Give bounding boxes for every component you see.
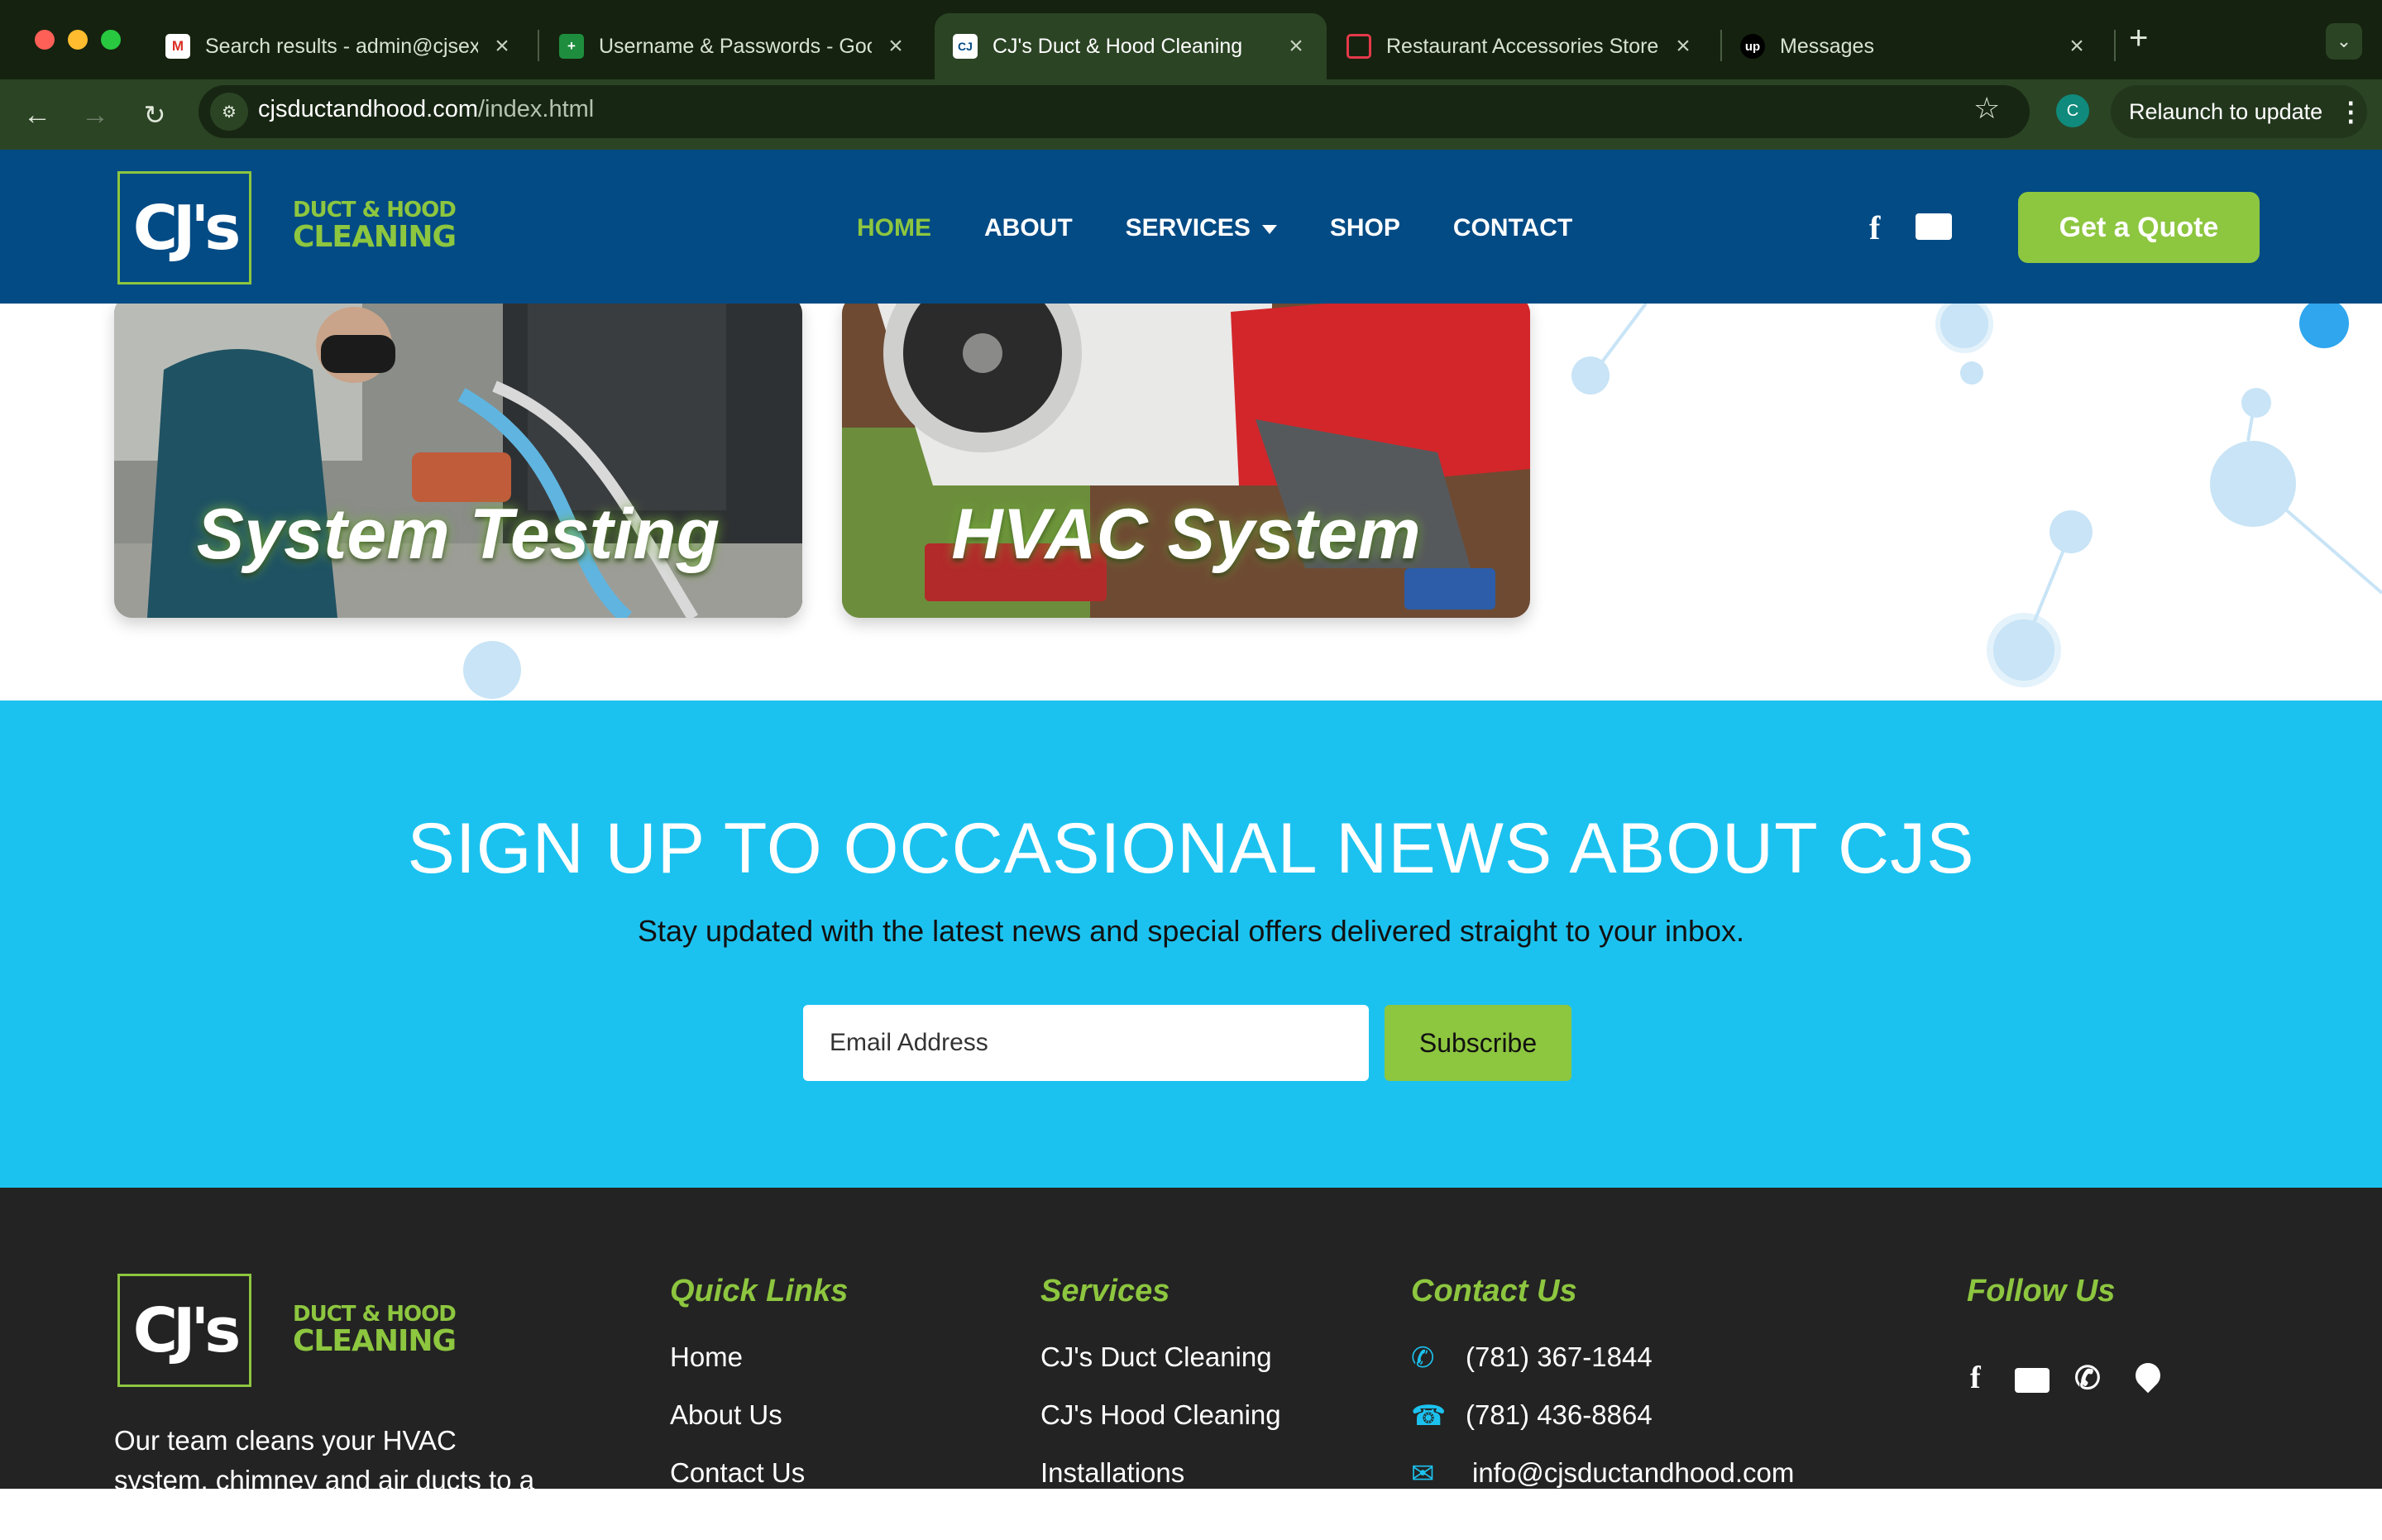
logo-line2: CLEANING <box>293 1324 457 1358</box>
bookmark-star-icon[interactable]: ☆ <box>1973 91 2000 126</box>
footer-location-icon[interactable] <box>2130 1357 2166 1394</box>
get-quote-button[interactable]: Get a Quote <box>2018 192 2260 263</box>
newsletter-section: SIGN UP TO OCCASIONAL NEWS ABOUT CJS Sta… <box>0 701 2382 1188</box>
card-caption: System Testing <box>196 495 720 574</box>
newsletter-subtitle: Stay updated with the latest news and sp… <box>637 914 1745 948</box>
browser-chrome: M Search results - admin@cjsex × + Usern… <box>0 0 2382 150</box>
upwork-icon: up <box>1740 34 1765 59</box>
footer-about-text: Our team cleans your HVAC system, chimne… <box>114 1425 535 1535</box>
follow-heading: Follow Us <box>1967 1274 2116 1308</box>
logo-line1: DUCT & HOOD <box>293 1302 457 1327</box>
main-nav: HOME ABOUT SERVICES SHOP CONTACT <box>857 214 1625 242</box>
sheets-icon: + <box>559 34 584 59</box>
tab-messages[interactable]: up Messages × <box>1722 13 2107 79</box>
tab-cjs-active[interactable]: CJ CJ's Duct & Hood Cleaning × <box>935 13 1327 79</box>
nav-about[interactable]: ABOUT <box>984 214 1073 242</box>
forward-icon[interactable]: → <box>73 93 117 137</box>
store-icon <box>1346 34 1371 59</box>
newsletter-title: SIGN UP TO OCCASIONAL NEWS ABOUT CJS <box>407 809 1975 888</box>
nav-home[interactable]: HOME <box>857 214 931 242</box>
footer-phone-2[interactable]: (781) 436-8864 <box>1466 1399 1653 1431</box>
zoom-window-button[interactable] <box>101 30 121 50</box>
url-path: /index.html <box>478 96 595 122</box>
footer-link-about[interactable]: About Us <box>670 1399 782 1431</box>
telephone-icon: ☎ <box>1411 1400 1447 1432</box>
footer-link-contact[interactable]: Contact Us <box>670 1457 805 1489</box>
subscribe-button[interactable]: Subscribe <box>1385 1005 1571 1081</box>
footer-link-home[interactable]: Home <box>670 1342 743 1373</box>
services-section: System Testing HVAC System <box>0 304 2382 701</box>
url-domain: cjsductandhood.com <box>258 96 478 122</box>
tab-title: Username & Passwords - Goo <box>599 34 872 58</box>
service-card-hvac-system[interactable]: HVAC System <box>842 304 1530 618</box>
close-tab-icon[interactable]: × <box>2064 32 2089 60</box>
site-info-icon[interactable]: ⚙ <box>210 93 248 131</box>
tab-title: Restaurant Accessories Store <box>1386 34 1659 58</box>
contact-heading: Contact Us <box>1411 1274 1577 1308</box>
menu-kebab-icon[interactable]: ⋮ <box>2337 96 2364 127</box>
services-heading: Services <box>1040 1274 1170 1308</box>
email-input[interactable] <box>803 1005 1369 1081</box>
close-tab-icon[interactable]: × <box>883 32 908 60</box>
relaunch-label: Relaunch to update <box>2129 98 2323 124</box>
logo-line1: DUCT & HOOD <box>293 198 457 222</box>
caret-down-icon <box>1261 224 1277 234</box>
facebook-icon[interactable]: f <box>1869 208 1880 247</box>
tab-search-icon[interactable]: ⌄ <box>2326 23 2362 60</box>
gmail-icon: M <box>165 34 190 59</box>
phone-icon: ✆ <box>1411 1342 1435 1374</box>
tab-separator <box>2114 30 2116 61</box>
cjs-icon: CJ <box>953 34 978 59</box>
close-window-button[interactable] <box>35 30 55 50</box>
tab-store[interactable]: Restaurant Accessories Store × <box>1328 13 1714 79</box>
footer-link-hood-cleaning[interactable]: CJ's Hood Cleaning <box>1040 1399 1281 1431</box>
footer-logo-wordmark[interactable]: DUCT & HOOD CLEANING <box>293 1302 457 1358</box>
footer-email-icon[interactable] <box>2015 1368 2050 1393</box>
logo-wordmark[interactable]: DUCT & HOOD CLEANING <box>293 198 457 254</box>
tab-gmail[interactable]: M Search results - admin@cjsex × <box>147 13 533 79</box>
footer-facebook-icon[interactable]: f <box>1970 1360 1981 1396</box>
reload-icon[interactable]: ↻ <box>132 93 177 137</box>
email-icon[interactable] <box>1916 213 1952 240</box>
nav-services[interactable]: SERVICES <box>1126 214 1277 242</box>
footer-email[interactable]: info@cjsductandhood.com <box>1472 1457 1794 1489</box>
nav-services-label: SERVICES <box>1125 214 1251 242</box>
card-caption: HVAC System <box>951 495 1421 574</box>
back-icon[interactable]: ← <box>15 93 60 137</box>
tab-title: Search results - admin@cjsex <box>205 34 478 58</box>
quick-links-heading: Quick Links <box>670 1274 849 1308</box>
close-tab-icon[interactable]: × <box>490 32 514 60</box>
nav-shop[interactable]: SHOP <box>1330 214 1400 242</box>
close-tab-icon[interactable]: × <box>1284 32 1308 60</box>
mail-icon: ✉ <box>1411 1458 1435 1490</box>
footer-phone-icon[interactable]: ✆ <box>2074 1360 2101 1397</box>
footer-phone-1[interactable]: (781) 367-1844 <box>1466 1342 1653 1373</box>
site-footer: CJ's DUCT & HOOD CLEANING Our team clean… <box>0 1188 2382 1535</box>
new-tab-icon[interactable]: + <box>2129 20 2148 57</box>
footer-link-duct-cleaning[interactable]: CJ's Duct Cleaning <box>1040 1342 1272 1373</box>
service-card-system-testing[interactable]: System Testing <box>114 304 802 618</box>
profile-avatar[interactable]: C <box>2056 94 2089 127</box>
footer-link-installations[interactable]: Installations <box>1040 1457 1184 1489</box>
tab-title: Messages <box>1780 34 1874 58</box>
nav-contact[interactable]: CONTACT <box>1453 214 1572 242</box>
footer-logo-mark[interactable]: CJ's <box>117 1274 251 1387</box>
url-text: cjsductandhood.com/index.html <box>258 96 594 123</box>
logo-line2: CLEANING <box>293 220 457 254</box>
relaunch-button[interactable]: Relaunch to update ⋮ <box>2111 85 2367 138</box>
tab-title: CJ's Duct & Hood Cleaning <box>992 34 1243 58</box>
minimize-window-button[interactable] <box>68 30 88 50</box>
tab-separator <box>538 30 539 61</box>
logo-mark[interactable]: CJ's <box>117 171 251 285</box>
close-tab-icon[interactable]: × <box>1671 32 1696 60</box>
tab-sheets[interactable]: + Username & Passwords - Goo × <box>541 13 926 79</box>
